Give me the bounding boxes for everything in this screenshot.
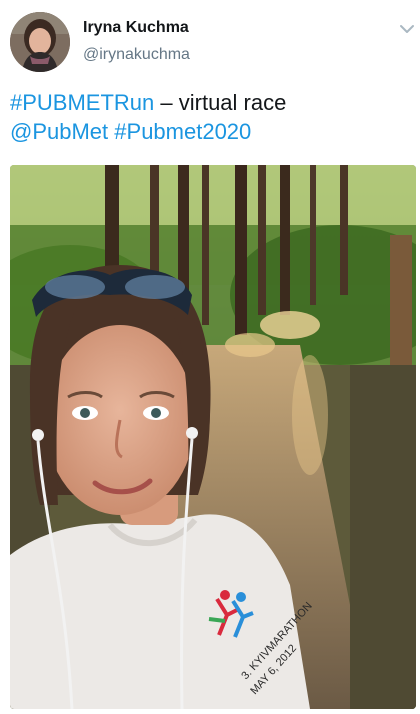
avatar[interactable] (10, 12, 70, 72)
selfie-image: 3. KYIVMARATHON MAY 6, 2012 (10, 165, 416, 709)
tweet-text-body: – virtual race (154, 90, 287, 115)
tweet-header: Iryna Kuchma @irynakuchma (0, 0, 420, 80)
tweet-text: #PUBMETRun – virtual race @PubMet #Pubme… (10, 88, 410, 146)
tweet-card: Iryna Kuchma @irynakuchma #PUBMETRun – v… (0, 0, 420, 714)
mention-pubmet[interactable]: @PubMet (10, 119, 108, 144)
hashtag-pubmet2020[interactable]: #Pubmet2020 (114, 119, 251, 144)
tweet-photo[interactable]: 3. KYIVMARATHON MAY 6, 2012 (10, 165, 416, 709)
user-block: Iryna Kuchma @irynakuchma (83, 18, 190, 65)
display-name[interactable]: Iryna Kuchma (83, 18, 190, 38)
chevron-down-icon[interactable] (398, 20, 416, 38)
avatar-photo (10, 12, 70, 72)
hashtag-pubmetrun[interactable]: #PUBMETRun (10, 90, 154, 115)
user-handle[interactable]: @irynakuchma (83, 45, 190, 65)
